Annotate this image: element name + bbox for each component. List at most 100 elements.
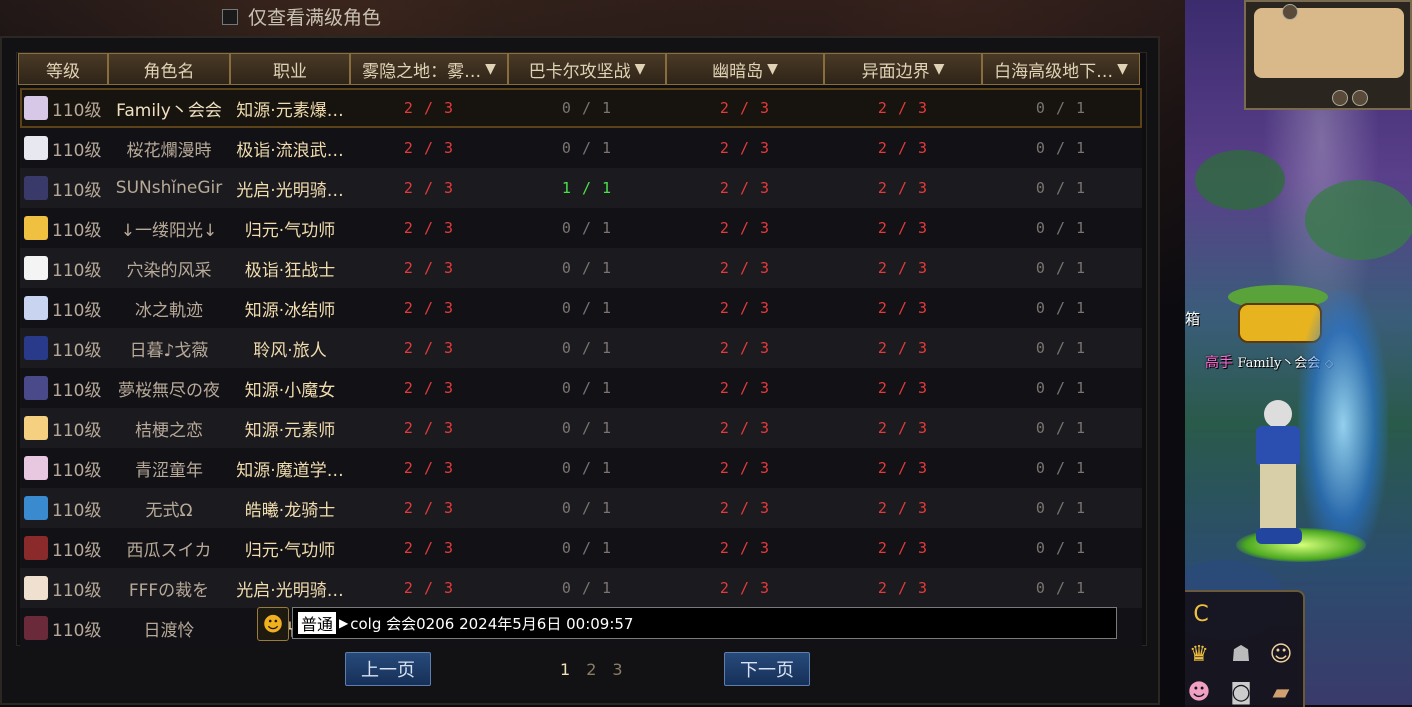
row-character-name: 桔梗之恋 <box>135 420 203 441</box>
row-dungeon-3-count: 2 / 3 <box>719 99 771 117</box>
table-row[interactable]: 110级 无式Ω 皓曦·龙骑士 2 / 3 0 / 1 2 / 3 2 / 3 0 / 1 <box>20 488 1142 528</box>
minimap[interactable] <box>1244 0 1412 110</box>
row-dungeon-1-count: 2 / 3 <box>403 539 455 557</box>
row-dungeon-3-count: 2 / 3 <box>719 419 771 437</box>
table-row[interactable]: 110级 穴染的风采 极诣·狂战士 2 / 3 0 / 1 2 / 3 2 / 3 0 / 1 <box>20 248 1142 288</box>
row-dungeon-3-count: 2 / 3 <box>719 259 771 277</box>
row-character-name: ↓一缕阳光↓ <box>120 220 218 241</box>
col-dungeon-5[interactable]: 白海高级地下… ▼ <box>982 53 1140 85</box>
row-job: 光启·光明骑… <box>236 180 344 201</box>
table-row[interactable]: 110级 Family丶会会 知源·元素爆… 2 / 3 0 / 1 2 / 3 2 / 3… <box>20 88 1142 128</box>
character-avatar-icon <box>24 576 48 600</box>
crown-icon[interactable]: ♛ <box>1185 640 1213 668</box>
row-level-text: 110级 <box>52 580 102 601</box>
row-dungeon-1-count: 2 / 3 <box>403 139 455 157</box>
max-level-filter[interactable]: 仅查看满级角色 <box>222 3 381 30</box>
col-level[interactable]: 等级 <box>18 53 108 85</box>
row-character-name: 桜花爛漫時 <box>126 140 212 161</box>
chat-input[interactable]: 普通 ▶ colg 会会0206 2024年5月6日 00:09:57 <box>292 607 1117 639</box>
col-dungeon-3[interactable]: 幽暗岛 ▼ <box>666 53 824 85</box>
prev-page-button[interactable]: 上一页 <box>345 652 431 686</box>
row-dungeon-3-count: 2 / 3 <box>719 219 771 237</box>
row-level: 110级 <box>20 208 108 248</box>
col-dungeon-4[interactable]: 异面边界 ▼ <box>824 53 982 85</box>
row-dungeon-1-count: 2 / 3 <box>403 499 455 517</box>
row-level: 110级 <box>20 248 108 288</box>
row-dungeon-3-count: 2 / 3 <box>719 459 771 477</box>
row-character-name: 青涩童年 <box>135 460 203 481</box>
table-row[interactable]: 110级 FFFの裁を 光启·光明骑… 2 / 3 0 / 1 2 / 3 2 / 3 0 /… <box>20 568 1142 608</box>
row-dungeon-2-count: 0 / 1 <box>561 379 613 397</box>
character-portrait-icon[interactable]: ☺ <box>1267 640 1295 668</box>
page-1[interactable]: 1 <box>560 660 570 679</box>
row-level-text: 110级 <box>52 260 102 281</box>
row-level: 110级 <box>20 448 108 488</box>
row-level: 110级 <box>20 88 108 128</box>
table-body: 110级 Family丶会会 知源·元素爆… 2 / 3 0 / 1 2 / 3 2 / 3… <box>20 88 1142 648</box>
friend-icon[interactable]: ☻ <box>1185 678 1213 706</box>
col-dungeon-1[interactable]: 雾隐之地：雾… ▼ <box>350 53 508 85</box>
row-dungeon-1-count: 2 / 3 <box>403 259 455 277</box>
row-job: 光启·光明骑… <box>236 580 344 601</box>
row-level-text: 110级 <box>52 300 102 321</box>
table-row[interactable]: 110级 SUNshǐneGir 光启·光明骑… 2 / 3 1 / 1 2 / 3 2 /… <box>20 168 1142 208</box>
table-row[interactable]: 110级 ↓一缕阳光↓ 归元·气功师 2 / 3 0 / 1 2 / 3 2 / 3 0 / … <box>20 208 1142 248</box>
player-title: 高手 <box>1205 355 1233 371</box>
row-dungeon-4-count: 2 / 3 <box>877 339 929 357</box>
col-dungeon-2[interactable]: 巴卡尔攻坚战 ▼ <box>508 53 666 85</box>
table-row[interactable]: 110级 西瓜スイカ 归元·气功师 2 / 3 0 / 1 2 / 3 2 / 3 0 / 1 <box>20 528 1142 568</box>
max-level-checkbox[interactable] <box>222 8 238 25</box>
dropdown-arrow-icon: ▼ <box>1117 61 1128 77</box>
table-row[interactable]: 110级 青涩童年 知源·魔道学… 2 / 3 0 / 1 2 / 3 2 / 3 0 / 1 <box>20 448 1142 488</box>
row-dungeon-5-count: 0 / 1 <box>1035 579 1087 597</box>
table-header: 等级 角色名 职业 雾隐之地：雾… ▼ 巴卡尔攻坚战 ▼ 幽暗岛 ▼ 异面边界 ▼ 白海… <box>18 53 1140 85</box>
table-row[interactable]: 110级 冰之軌迹 知源·冰结师 2 / 3 0 / 1 2 / 3 2 / 3 0 / 1 <box>20 288 1142 328</box>
table-row[interactable]: 110级 桜花爛漫時 极诣·流浪武… 2 / 3 0 / 1 2 / 3 2 / 3 0 / … <box>20 128 1142 168</box>
portal-icon[interactable] <box>1298 290 1388 560</box>
table-row[interactable]: 110级 日暮♪戈薇 聆风·旅人 2 / 3 0 / 1 2 / 3 2 / 3 0 / 1 <box>20 328 1142 368</box>
row-job: 归元·气功师 <box>244 220 336 241</box>
row-dungeon-2-count: 0 / 1 <box>561 99 613 117</box>
row-job: 知源·元素师 <box>244 420 336 441</box>
row-character-name: Family丶会会 <box>116 100 222 121</box>
character-avatar-icon <box>24 96 48 120</box>
row-dungeon-1-count: 2 / 3 <box>403 419 455 437</box>
chat-input-text: colg 会会0206 2024年5月6日 00:09:57 <box>350 614 634 633</box>
row-level-text: 110级 <box>52 460 102 481</box>
row-dungeon-4-count: 2 / 3 <box>877 179 929 197</box>
player-character[interactable] <box>1250 400 1310 550</box>
ghost-icon[interactable]: ☗ <box>1227 640 1255 668</box>
page-2[interactable]: 2 <box>586 660 596 679</box>
row-level-text: 110级 <box>52 180 102 201</box>
row-character-name: 穴染的风采 <box>126 260 212 281</box>
book-icon[interactable]: ▰ <box>1267 678 1295 706</box>
row-job: 极诣·狂战士 <box>244 260 336 281</box>
row-dungeon-5-count: 0 / 1 <box>1035 299 1087 317</box>
page-numbers: 1 2 3 <box>560 660 623 679</box>
row-job: 知源·魔道学… <box>236 460 344 481</box>
col-name[interactable]: 角色名 <box>108 53 230 85</box>
row-dungeon-5-count: 0 / 1 <box>1035 139 1087 157</box>
row-dungeon-1-count: 2 / 3 <box>403 339 455 357</box>
table-row[interactable]: 110级 夢桜無尽の夜 知源·小魔女 2 / 3 0 / 1 2 / 3 2 / 3 0 / … <box>20 368 1142 408</box>
row-level-text: 110级 <box>52 540 102 561</box>
character-avatar-icon <box>24 136 48 160</box>
quick-menu-panel: C ♛ ☗ ☺ ☻ ◙ ▰ <box>1185 590 1305 707</box>
row-dungeon-3-count: 2 / 3 <box>719 579 771 597</box>
channel-arrow-icon: ▶ <box>339 616 349 630</box>
emoji-button[interactable]: ☻ <box>257 607 289 641</box>
next-page-button[interactable]: 下一页 <box>724 652 810 686</box>
character-avatar-icon <box>24 376 48 400</box>
row-job: 知源·元素爆… <box>236 100 344 121</box>
row-level-text: 110级 <box>52 140 102 161</box>
table-row[interactable]: 110级 桔梗之恋 知源·元素师 2 / 3 0 / 1 2 / 3 2 / 3 0 / 1 <box>20 408 1142 448</box>
camera-icon[interactable]: ◙ <box>1227 678 1255 706</box>
chat-channel-selector[interactable]: 普通 <box>297 611 338 635</box>
row-dungeon-2-count: 0 / 1 <box>561 579 613 597</box>
coin-icon[interactable]: C <box>1187 600 1215 628</box>
row-dungeon-3-count: 2 / 3 <box>719 139 771 157</box>
page-3[interactable]: 3 <box>612 660 622 679</box>
col-job[interactable]: 职业 <box>230 53 350 85</box>
row-dungeon-4-count: 2 / 3 <box>877 219 929 237</box>
row-level: 110级 <box>20 368 108 408</box>
